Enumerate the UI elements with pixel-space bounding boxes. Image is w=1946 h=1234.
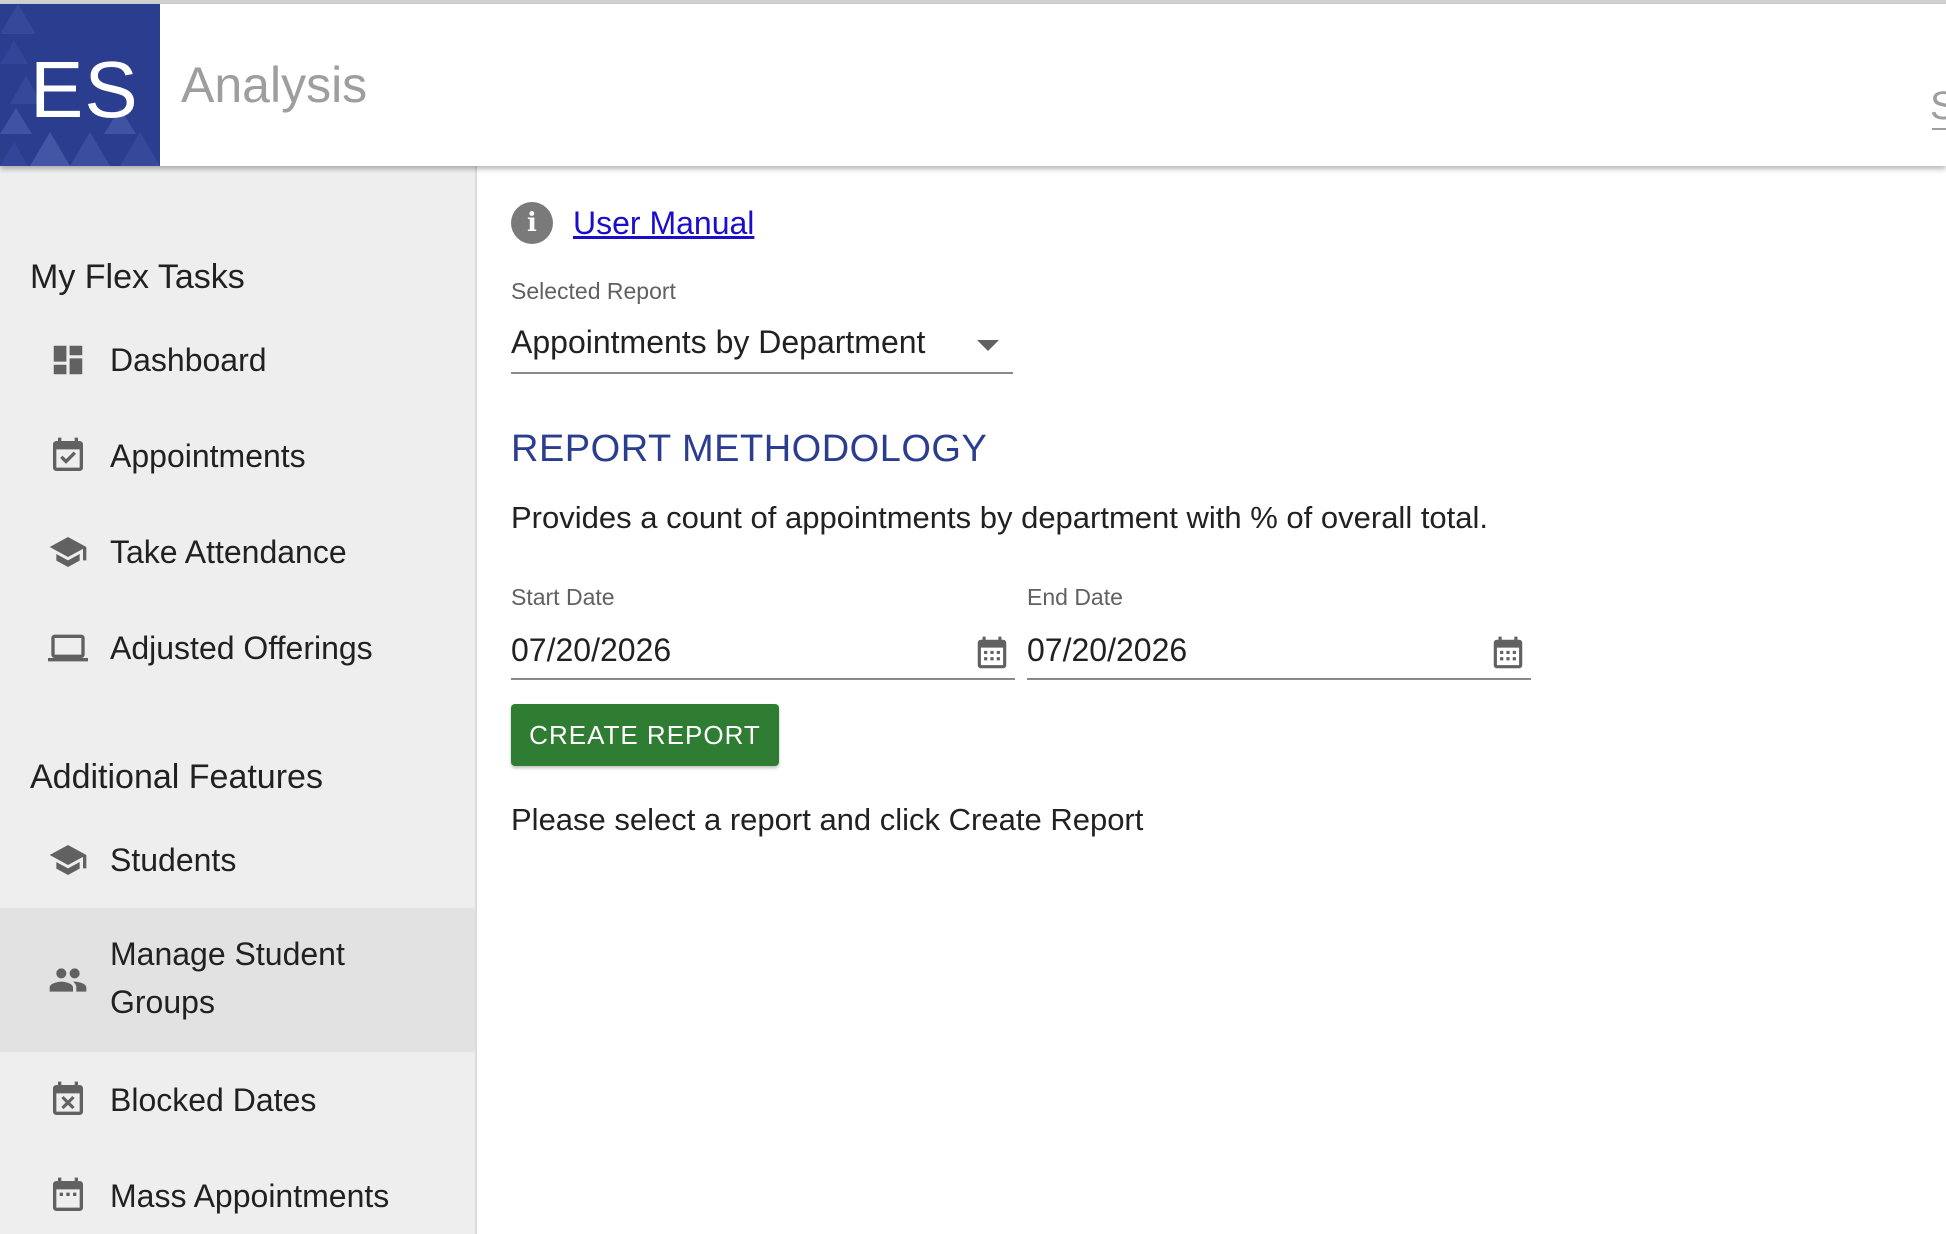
sidebar-item-adjusted-offerings[interactable]: Adjusted Offerings (0, 600, 475, 696)
app-logo[interactable]: ES (0, 4, 160, 166)
sidebar-item-blocked-dates[interactable]: Blocked Dates (0, 1052, 475, 1148)
end-date-field[interactable]: 07/20/2026 (1027, 620, 1531, 680)
chevron-down-icon (977, 340, 999, 351)
sidebar-item-appointments[interactable]: Appointments (0, 408, 475, 504)
school-icon (46, 530, 90, 574)
section-title-my-flex-tasks: My Flex Tasks (30, 258, 245, 296)
instruction-text: Please select a report and click Create … (511, 802, 1144, 837)
sidebar-item-take-attendance[interactable]: Take Attendance (0, 504, 475, 600)
selected-report-value: Appointments by Department (511, 324, 926, 360)
info-icon: i (511, 202, 553, 244)
label-line-1: Manage Student (110, 936, 345, 972)
people-icon (46, 958, 90, 1002)
user-manual-row: i User Manual (511, 202, 754, 244)
start-date-label: Start Date (511, 584, 615, 610)
app-header: ES Analysis S (0, 4, 1946, 166)
create-report-button[interactable]: CREATE REPORT (511, 704, 779, 766)
selected-report-select[interactable]: Appointments by Department (511, 314, 1013, 374)
sidebar-item-label: Mass Appointments (110, 1178, 390, 1214)
selected-report-label: Selected Report (511, 278, 676, 304)
calendar-icon[interactable] (1489, 634, 1527, 674)
sidebar-item-label: Students (110, 842, 237, 878)
start-date-field[interactable]: 07/20/2026 (511, 620, 1015, 680)
sidebar-item-manage-student-groups[interactable]: Manage Student Groups (0, 908, 475, 1052)
sidebar-item-label: Adjusted Offerings (110, 630, 373, 666)
calendar-check-icon (46, 434, 90, 478)
sidebar-item-label: Take Attendance (110, 534, 347, 570)
calendar-grid-icon (46, 1174, 90, 1218)
start-date-value: 07/20/2026 (511, 632, 672, 668)
calendar-icon[interactable] (973, 634, 1011, 674)
header-truncated-underline (1932, 128, 1946, 130)
sidebar-item-label: Dashboard (110, 342, 267, 378)
sidebar: My Flex Tasks Dashboard Appointments Tak… (0, 166, 477, 1234)
methodology-description: Provides a count of appointments by depa… (511, 500, 1489, 535)
laptop-icon (46, 626, 90, 670)
dashboard-icon (46, 338, 90, 382)
header-truncated-text[interactable]: S (1930, 84, 1946, 129)
end-date-label: End Date (1027, 584, 1123, 610)
page-title: Analysis (181, 57, 368, 113)
methodology-title: REPORT METHODOLOGY (511, 428, 988, 470)
calendar-x-icon (46, 1078, 90, 1122)
sidebar-item-label: Manage Student Groups (110, 930, 345, 1026)
label-line-2: Groups (110, 984, 215, 1020)
user-manual-link[interactable]: User Manual (573, 205, 754, 242)
sidebar-item-dashboard[interactable]: Dashboard (0, 312, 475, 408)
sidebar-item-students[interactable]: Students (0, 812, 475, 908)
section-title-additional-features: Additional Features (30, 758, 323, 796)
sidebar-item-label: Appointments (110, 438, 306, 474)
end-date-value: 07/20/2026 (1027, 632, 1188, 668)
school-icon (46, 838, 90, 882)
logo-text: ES (30, 45, 139, 134)
main-content: i User Manual Selected Report Appointmen… (479, 166, 1946, 1234)
sidebar-item-mass-appointments[interactable]: Mass Appointments (0, 1148, 475, 1234)
sidebar-item-label: Blocked Dates (110, 1082, 317, 1118)
